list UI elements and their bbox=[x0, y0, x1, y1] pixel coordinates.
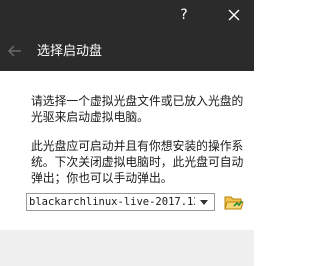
disk-image-value: blackarchlinux-live-2017.12. bbox=[29, 196, 195, 208]
folder-open-icon bbox=[224, 196, 244, 210]
back-button[interactable] bbox=[4, 40, 26, 62]
info-text: 此光盘应可启动并且有你想安装的操作系统。下次关闭虚拟电脑时，此光盘可自动弹出；你… bbox=[31, 139, 244, 185]
help-button[interactable]: ? bbox=[172, 4, 196, 26]
disk-image-select[interactable]: blackarchlinux-live-2017.12. bbox=[26, 193, 215, 211]
button-bar bbox=[0, 230, 254, 266]
back-arrow-icon bbox=[7, 45, 21, 57]
wizard-header: 选择启动盘 bbox=[0, 33, 254, 71]
window-titlebar: ? bbox=[0, 0, 254, 33]
choose-disk-file-button[interactable] bbox=[223, 191, 245, 213]
instruction-text: 请选择一个虚拟光盘文件或已放入光盘的光驱来启动虚拟电脑。 bbox=[31, 94, 244, 124]
close-icon bbox=[228, 9, 240, 21]
dropdown-button[interactable] bbox=[196, 194, 212, 210]
page-title: 选择启动盘 bbox=[37, 44, 103, 59]
close-button[interactable] bbox=[222, 3, 246, 27]
chevron-down-icon bbox=[200, 200, 208, 205]
